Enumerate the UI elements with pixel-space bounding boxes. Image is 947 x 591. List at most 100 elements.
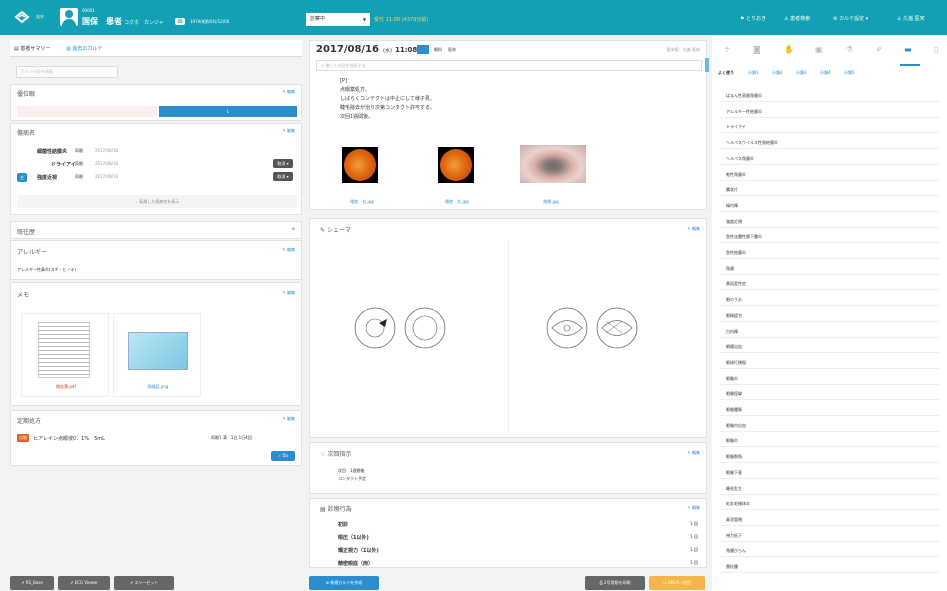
disease-list-item[interactable]: 角膜 (720, 262, 940, 275)
add-icon[interactable]: ⊕ (292, 226, 295, 231)
note-line: 点眼薬処方。 (340, 87, 371, 93)
edit-button[interactable]: ✎ 編集 (282, 128, 295, 134)
scrollbar-thumb[interactable] (705, 58, 709, 72)
header-bar: 嵐宋 00001 国保 患者 コクホ カンジャ 35 1979(昭和54)/12… (0, 0, 947, 35)
schema-anterior-diagram[interactable] (542, 303, 652, 353)
disease-list-item[interactable]: ヘルペス角膜炎 (720, 152, 940, 165)
image-fundus-left[interactable]: 眼底 - 左.jpg (416, 133, 498, 205)
disease-list-item[interactable]: 眼瞼痙攣 (720, 387, 940, 401)
image-anterior[interactable]: 前眼.jpg (510, 133, 592, 205)
disease-list-item[interactable]: 翼状片 (720, 183, 940, 197)
disease-list-item[interactable]: 眼瞼内出血 (720, 419, 940, 432)
tab-category-2[interactable]: 分類2 (772, 70, 783, 76)
note-line: 睫毛除去が治り次第コンタクト許可する。 (340, 105, 436, 111)
edit-button[interactable]: ✎ 編集 (282, 290, 295, 296)
nav-settings[interactable]: ⚙ カルテ設定 ▾ (833, 15, 868, 22)
section-label: シェーマ (326, 227, 351, 234)
disease-list-item[interactable]: 眼瞼炎 (720, 372, 940, 385)
summary-search-input[interactable]: カルテ内容を検索 (16, 66, 118, 78)
edit-button[interactable]: ✎ 編集 (282, 247, 295, 253)
show-resolved-button[interactable]: ⌄ 転帰した傷病名を表示 (17, 195, 297, 208)
tab-past-records[interactable]: ▥ 過去のカルテ (66, 45, 102, 52)
disease-list-item[interactable]: 眼球打撲傷 (720, 356, 940, 369)
placeholder-text: 書いた内容を検索する (325, 63, 366, 68)
pencil-icon: ✎ (320, 227, 326, 234)
edit-button[interactable]: ✎ 編集 (687, 226, 700, 232)
treatment-count: 1 回 (690, 521, 698, 526)
edit-button[interactable]: ✎ 編集 (282, 416, 295, 422)
left-panel: ▤ 患者サマリー ▥ 過去のカルテ カルテ内容を検索 優位眼 ✎ 編集 L 傷病… (10, 40, 302, 590)
camera-icon[interactable]: ◙ (753, 45, 761, 54)
disease-list-item[interactable]: 眼瞼裂傷 (720, 450, 940, 464)
schema-fundus-diagram[interactable] (350, 303, 460, 353)
image-fundus-right[interactable]: 眼底 - 右.jpg (332, 133, 414, 205)
app-logo-icon[interactable] (14, 9, 30, 25)
nav-patient-search[interactable]: ♙ 患者検索 (784, 15, 810, 22)
next-line: コンタクト予定 (338, 476, 366, 481)
tab-summary[interactable]: ▤ 患者サマリー (14, 45, 50, 52)
nav-hold[interactable]: ⚑ とりおき (740, 15, 766, 22)
pen-icon[interactable]: ✐ (876, 45, 883, 54)
record-search-input[interactable]: ⊙ 書いた内容を検索する (316, 60, 702, 71)
disease-list-item[interactable]: ヘルペスウイルス性角結膜炎 (720, 136, 940, 150)
disease-list-item[interactable]: 眼瞼腫脹 (720, 403, 940, 416)
tab-category-3[interactable]: 分類3 (796, 70, 807, 76)
ecg-viewer-button[interactable]: ⇗ ECG Viewer (58, 576, 110, 590)
edit-button[interactable]: ✎ 編集 (687, 450, 700, 456)
right-eye-bar (17, 106, 157, 117)
memo-file-pdf[interactable]: 問診票.pdf (21, 313, 109, 397)
new-chart-button[interactable]: ⊕ 新規カルテを作成 (309, 576, 379, 590)
three-z-button[interactable]: ⇗ スリーゼット (114, 576, 174, 590)
status-select[interactable]: 診察中 ▼ (306, 13, 370, 26)
disease-list-item[interactable]: 眼精疲労 (720, 309, 940, 322)
disease-list-item[interactable]: 角膜びらん (720, 544, 940, 558)
disease-list-item[interactable]: 黄斑変性症 (720, 277, 940, 291)
app-version: 嵐宋 (36, 14, 44, 19)
disease-list-item[interactable]: 乾性角膜炎 (720, 168, 940, 181)
eye-icon[interactable]: ☥ (724, 45, 730, 54)
edit-button[interactable]: ✎ 編集 (282, 89, 295, 95)
print-form-button[interactable]: ⎙ 2号用紙を印刷 (585, 576, 645, 590)
edit-label: 編集 (692, 226, 700, 231)
tab-frequent[interactable]: よく使う (718, 70, 734, 76)
disease-list-item[interactable]: 急性結膜炎 (720, 246, 940, 259)
disease-list-item[interactable]: 眼瞼炎 (720, 434, 940, 448)
cancel-disease-button[interactable]: 取消 ▾ (273, 159, 293, 168)
disease-list-item[interactable]: 睫毛乱生 (720, 482, 940, 495)
flask-icon[interactable]: ⚗ (846, 45, 853, 54)
tab-category-4[interactable]: 分類4 (820, 70, 831, 76)
bed-icon[interactable]: ▬ (904, 45, 912, 54)
edit-label: 編集 (287, 416, 295, 421)
disease-panel: 傷病名 ✎ 編集 細菌性結膜炎 両眼 2017/08/16 ドライアイ 両眼 2… (10, 123, 302, 215)
disease-list-item[interactable]: 強度近視 (720, 215, 940, 228)
disease-list-item[interactable]: 鼻涙管閉 (720, 513, 940, 526)
tab-category-5[interactable]: 分類5 (844, 70, 855, 76)
edit-label: 編集 (692, 450, 700, 455)
cancel-disease-button[interactable]: 取消 ▾ (273, 172, 293, 181)
disease-list-item[interactable]: 急性化膿性篩下膿炎 (720, 230, 940, 244)
hand-icon[interactable]: ✋ (784, 45, 794, 54)
edit-button[interactable]: ✎ 編集 (687, 505, 700, 511)
disease-list-item[interactable]: ぱまん性表層角膜炎 (720, 89, 940, 102)
disease-list-item[interactable]: 網膜出血 (720, 340, 940, 354)
do-button[interactable]: ✓ Do (271, 451, 295, 461)
disease-list-item[interactable]: アレルギー性結膜炎 (720, 105, 940, 118)
disease-list-item[interactable]: ドライアイ (720, 120, 940, 134)
disease-list-item[interactable]: 白内障 (720, 325, 940, 338)
treatment-name: 初診 (338, 522, 349, 528)
disease-list-item[interactable]: 霰粒腫 (720, 560, 940, 573)
memo-file-png[interactable]: 保険証.png (113, 313, 201, 397)
patient-dob: 1979(昭和54)/12/06 (190, 19, 230, 24)
disease-list-item[interactable]: 緑内障 (720, 199, 940, 212)
send-orca-button[interactable]: ⇨ ORCAへ送信 (649, 576, 705, 590)
nav-user[interactable]: ♙ 久嵐 医宋 (897, 15, 925, 22)
tab-category-1[interactable]: 分類1 (748, 70, 759, 76)
image-icon[interactable]: ▣ (815, 45, 823, 54)
rs-base-button[interactable]: ⇗ RS_Base (10, 576, 54, 590)
disease-list-item[interactable]: 眼のうお (720, 293, 940, 307)
disease-list-item[interactable]: 虹彩毛様体炎 (720, 497, 940, 511)
disease-list-item[interactable]: 眼瞼下垂 (720, 466, 940, 479)
doc-icon[interactable]: ▯ (934, 45, 938, 54)
disease-list-item[interactable]: 視力低下 (720, 529, 940, 542)
section-title: 優位眼 (17, 91, 36, 98)
